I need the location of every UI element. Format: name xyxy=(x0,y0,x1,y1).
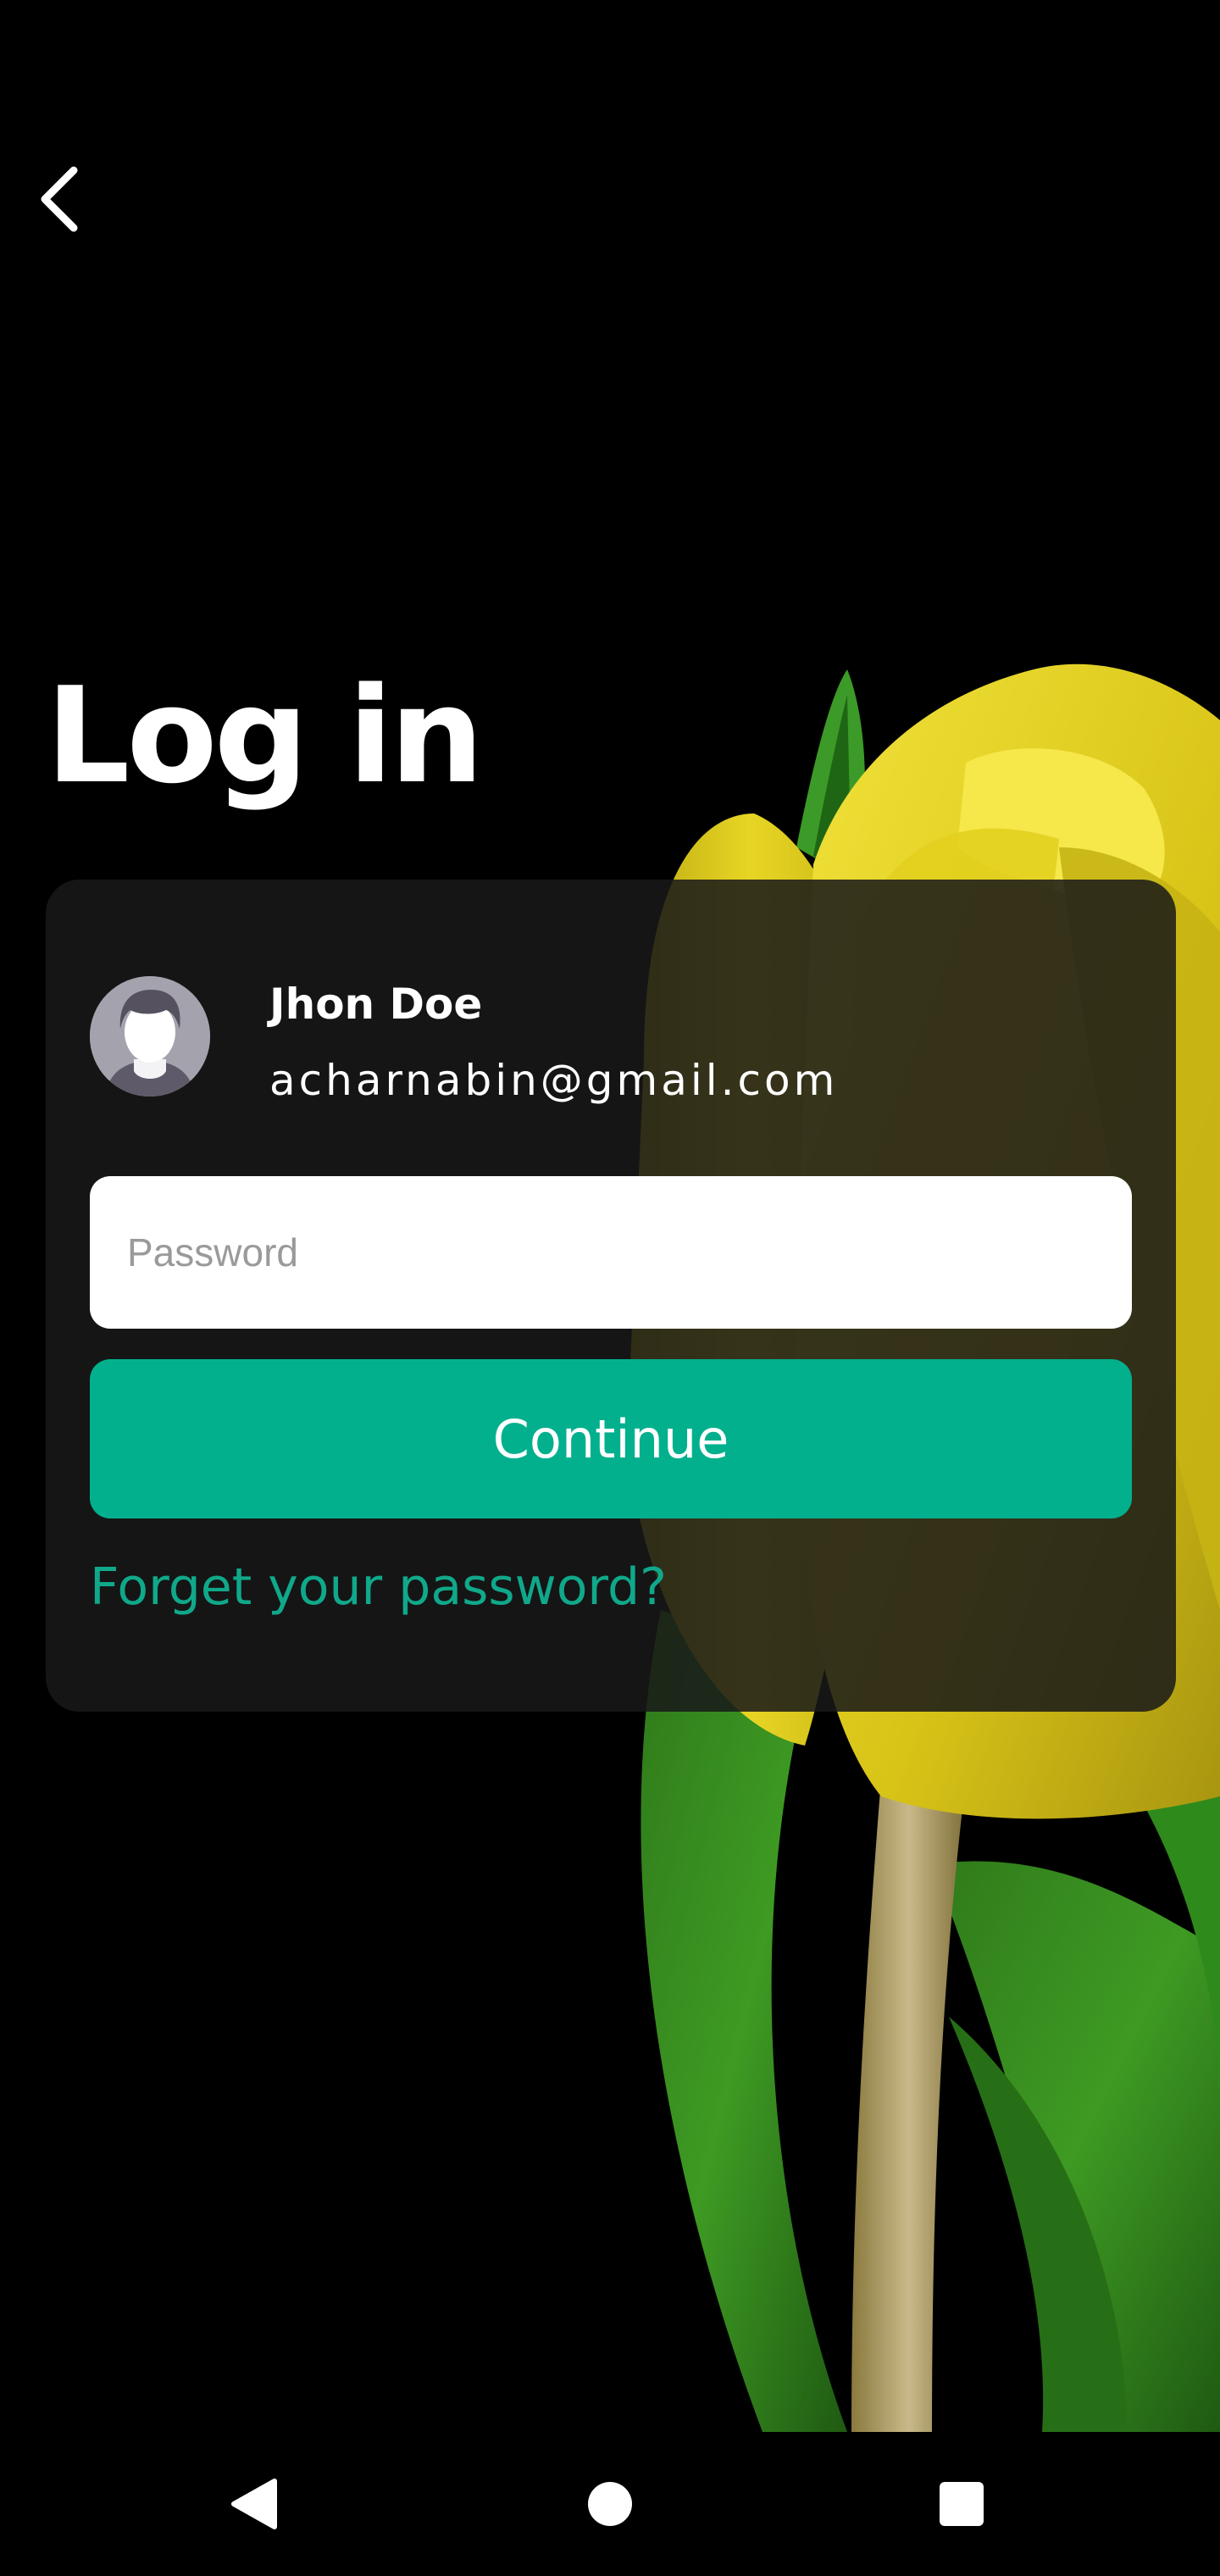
triangle-back-icon xyxy=(231,2479,277,2529)
account-name: Jhon Doe xyxy=(269,980,483,1029)
circle-home-icon xyxy=(588,2482,632,2526)
forgot-password-link[interactable]: Forget your password? xyxy=(90,1557,667,1617)
user-avatar-icon xyxy=(90,976,210,1096)
square-recents-icon xyxy=(940,2482,984,2526)
login-screen: Log in Jhon Doe acharnabin@gmail.com Con… xyxy=(0,0,1220,2576)
nav-back-button[interactable] xyxy=(182,2432,326,2576)
chevron-left-icon xyxy=(41,166,78,232)
login-card: Jhon Doe acharnabin@gmail.com Continue F… xyxy=(46,880,1176,1712)
avatar xyxy=(90,976,210,1096)
password-input[interactable] xyxy=(90,1176,1132,1329)
continue-button[interactable]: Continue xyxy=(90,1359,1132,1518)
account-email: acharnabin@gmail.com xyxy=(269,1056,839,1105)
system-navigation-bar xyxy=(0,2432,1220,2576)
back-button[interactable] xyxy=(24,161,100,237)
page-title: Log in xyxy=(46,658,484,813)
nav-recents-button[interactable] xyxy=(890,2432,1034,2576)
nav-home-button[interactable] xyxy=(538,2432,682,2576)
